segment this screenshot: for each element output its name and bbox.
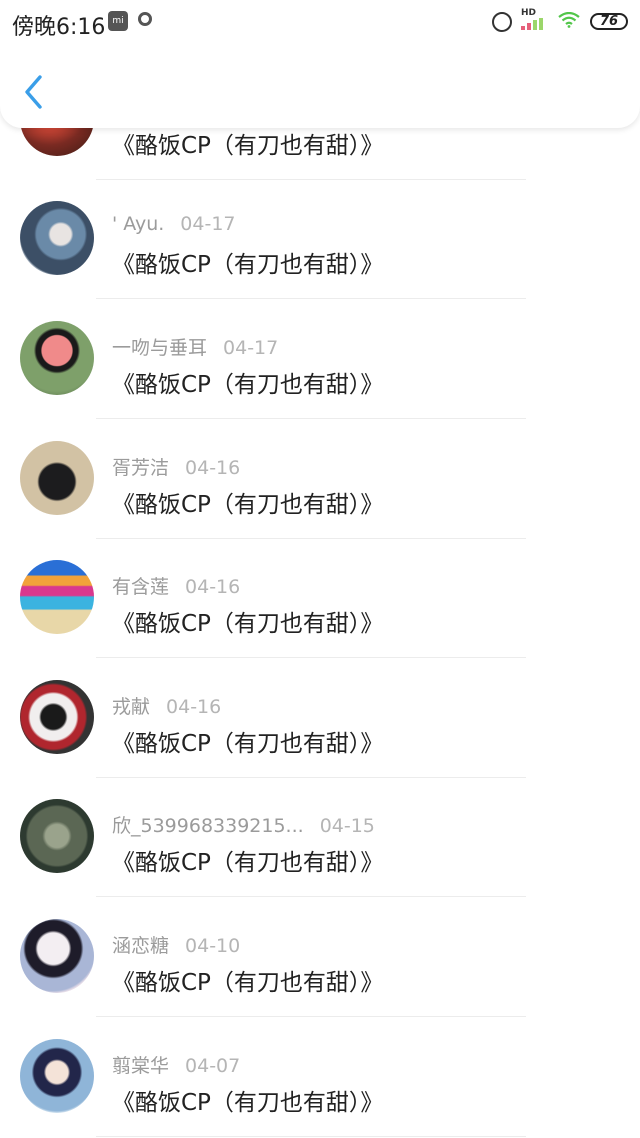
avatar[interactable] (20, 321, 94, 395)
status-time: 傍晚6:16 (12, 15, 106, 40)
list-item[interactable]: 胥芳洁 04-16 《酪饭CP（有刀也有甜）》 (0, 419, 640, 539)
work-title[interactable]: 《酪饭CP（有刀也有甜）》 (112, 365, 383, 399)
item-date: 04-07 (185, 1055, 241, 1077)
item-meta: 戎献 04-16 (112, 692, 221, 719)
username[interactable]: 有含莲 (112, 576, 169, 598)
top-header (0, 44, 640, 128)
item-meta: 有含莲 04-16 (112, 572, 240, 599)
work-title[interactable]: 《酪饭CP（有刀也有甜）》 (112, 963, 383, 997)
username[interactable]: 欣_539968339215... (112, 815, 304, 837)
signal-icon (521, 18, 545, 30)
item-date: 04-17 (180, 213, 236, 235)
wifi-icon (558, 11, 580, 28)
divider (96, 1135, 526, 1137)
list-item[interactable]: 欣_539968339215... 04-15 《酪饭CP（有刀也有甜）》 (0, 777, 640, 897)
work-title[interactable]: 《酪饭CP（有刀也有甜）》 (112, 724, 383, 758)
username[interactable]: 涵恋糖 (112, 935, 169, 957)
avatar[interactable] (20, 680, 94, 754)
item-date: 04-10 (185, 935, 241, 957)
item-date: 04-16 (185, 576, 241, 598)
work-title[interactable]: 《酪饭CP（有刀也有甜）》 (112, 843, 383, 877)
username[interactable]: 戎献 (112, 696, 150, 718)
list-item[interactable]: ' Ayu. 04-17 《酪饭CP（有刀也有甜）》 (0, 179, 640, 299)
item-date: 04-15 (319, 815, 375, 837)
item-date: 04-16 (185, 457, 241, 479)
work-title[interactable]: 《酪饭CP（有刀也有甜）》 (112, 1083, 383, 1117)
work-title[interactable]: 《酪饭CP（有刀也有甜）》 (112, 126, 383, 160)
avatar[interactable] (20, 560, 94, 634)
list-item[interactable]: 有含莲 04-16 《酪饭CP（有刀也有甜）》 (0, 538, 640, 658)
list-item[interactable]: 涵恋糖 04-10 《酪饭CP（有刀也有甜）》 (0, 897, 640, 1017)
list-item[interactable]: 戎献 04-16 《酪饭CP（有刀也有甜）》 (0, 658, 640, 778)
notification-icon (138, 12, 152, 26)
list-item[interactable]: 一吻与垂耳 04-17 《酪饭CP（有刀也有甜）》 (0, 299, 640, 419)
username[interactable]: 一吻与垂耳 (112, 337, 207, 359)
avatar[interactable] (20, 1039, 94, 1113)
status-bar: 傍晚6:16 mi HD 76 (0, 0, 640, 44)
item-date: 04-16 (166, 696, 222, 718)
item-meta: ' Ayu. 04-17 (112, 213, 236, 235)
list-item[interactable]: 翦棠华 04-07 《酪饭CP（有刀也有甜）》 (0, 1017, 640, 1137)
avatar[interactable] (20, 201, 94, 275)
work-title[interactable]: 《酪饭CP（有刀也有甜）》 (112, 245, 383, 279)
username[interactable]: ' Ayu. (112, 213, 164, 235)
mi-app-icon: mi (108, 11, 128, 31)
item-meta: 涵恋糖 04-10 (112, 931, 240, 958)
item-meta: 欣_539968339215... 04-15 (112, 811, 375, 838)
item-meta: 一吻与垂耳 04-17 (112, 333, 278, 360)
battery-indicator: 76 (590, 13, 628, 30)
item-meta: 胥芳洁 04-16 (112, 453, 240, 480)
screen: 傍晚6:16 mi HD 76 《酪饭CP（有刀也有甜）》 ' Ayu. 04-17… (0, 0, 640, 1138)
work-title[interactable]: 《酪饭CP（有刀也有甜）》 (112, 485, 383, 519)
avatar[interactable] (20, 919, 94, 993)
item-date: 04-17 (223, 337, 279, 359)
alarm-icon (492, 12, 512, 32)
item-meta: 翦棠华 04-07 (112, 1051, 240, 1078)
avatar[interactable] (20, 799, 94, 873)
username[interactable]: 翦棠华 (112, 1055, 169, 1077)
username[interactable]: 胥芳洁 (112, 457, 169, 479)
hd-label: HD (521, 8, 537, 18)
chevron-left-icon (25, 75, 42, 109)
work-title[interactable]: 《酪饭CP（有刀也有甜）》 (112, 604, 383, 638)
back-button[interactable] (22, 74, 44, 110)
avatar[interactable] (20, 441, 94, 515)
